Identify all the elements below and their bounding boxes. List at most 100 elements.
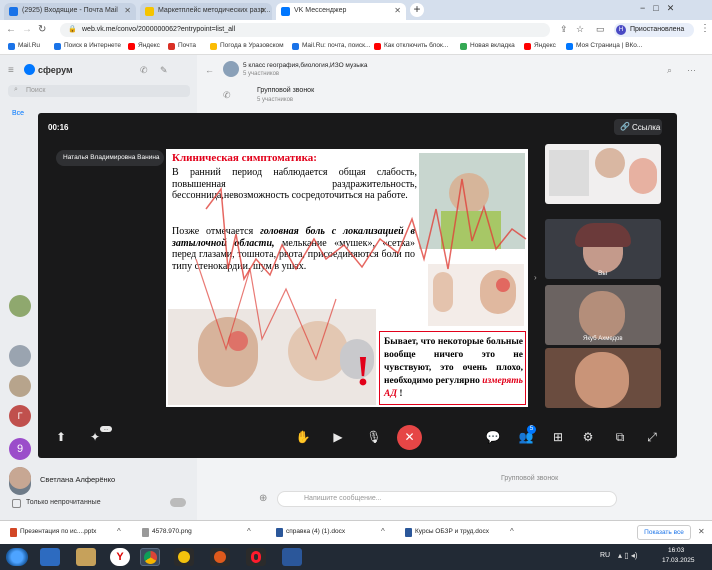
search-input[interactable]: ⌕ Поиск	[8, 85, 190, 97]
bookmark-item[interactable]: Моя Страница | ВКо...	[566, 42, 642, 50]
settings-button[interactable]: ⚙	[579, 428, 597, 446]
language-indicator[interactable]: RU	[600, 552, 610, 559]
tab-marketplace[interactable]: Маркетплейс методических разр... ✕	[140, 3, 272, 20]
search-icon[interactable]: ⌕	[667, 65, 672, 76]
download-item[interactable]: Курсы ОБЗР и труд.docx	[405, 528, 489, 537]
forward-icon[interactable]: →	[22, 24, 32, 35]
participant-tile[interactable]: Якуб Ахмедов	[545, 285, 661, 345]
avatar[interactable]	[9, 375, 31, 397]
participant-tile[interactable]	[545, 144, 661, 204]
participant-tile[interactable]	[545, 348, 661, 408]
reload-icon[interactable]: ↻	[38, 24, 46, 35]
tray-icons[interactable]: ▴ ▯ ◂)	[618, 551, 638, 560]
tab-vk-messenger[interactable]: VK Мессенджер ✕	[276, 3, 406, 20]
participant-tile[interactable]: Вы	[545, 219, 661, 279]
address-bar-row: ← → ↻ 🔒 web.vk.me/convo/2000000062?entry…	[0, 20, 712, 40]
download-label: Презентация по ис....pptx	[20, 528, 97, 535]
bookmark-item[interactable]: Mail.Ru	[8, 42, 40, 50]
raise-hand-button[interactable]: ✋	[294, 428, 312, 446]
microphone-button[interactable]: 🎙	[365, 428, 383, 446]
browser-tab-bar: (2925) Входящие - Почта Mail ✕ Маркетпле…	[0, 0, 712, 20]
presenter-name: Наталья Владимировна Ванина	[63, 154, 160, 161]
avatar[interactable]	[9, 345, 31, 367]
taskbar-folder-icon[interactable]	[76, 548, 96, 566]
close-icon[interactable]: ✕	[698, 527, 705, 536]
compose-icon[interactable]: ✎	[160, 65, 168, 76]
window-controls[interactable]: −□✕	[640, 3, 682, 14]
show-all-downloads-button[interactable]: Показать все	[637, 525, 691, 540]
minimize-call-button[interactable]: ⧉	[611, 428, 629, 446]
link-button[interactable]: 🔗 Ссылка	[614, 119, 662, 135]
bookmark-item[interactable]: Яндекс	[524, 42, 556, 50]
tab-label: VK Мессенджер	[294, 7, 347, 14]
chevron-up-icon[interactable]: ^	[117, 527, 121, 536]
bookmark-item[interactable]: Погода в Уразовском	[210, 42, 284, 50]
close-icon[interactable]: ✕	[394, 6, 401, 15]
bookmark-label: Поиск в Интернете	[64, 42, 121, 49]
bookmark-item[interactable]: Новая вкладка	[460, 42, 515, 50]
docx-icon	[276, 528, 283, 537]
chevron-up-icon[interactable]: ^	[381, 527, 385, 536]
sidepanel-icon[interactable]: ▭	[596, 24, 605, 35]
back-icon[interactable]: ←	[205, 65, 214, 75]
chevron-up-icon[interactable]: ^	[247, 527, 251, 536]
unread-toggle[interactable]	[170, 498, 186, 507]
avatar[interactable]: Г	[9, 405, 31, 427]
attach-icon[interactable]: ⊕	[259, 493, 267, 504]
screen-share-button[interactable]: ⬆	[52, 428, 70, 446]
url-field[interactable]: 🔒 web.vk.me/convo/2000000062?entrypoint=…	[60, 23, 550, 37]
tab-mail[interactable]: (2925) Входящие - Почта Mail ✕	[4, 3, 136, 20]
taskbar-media-icon[interactable]	[174, 548, 194, 566]
menu-icon[interactable]: ⋮	[700, 23, 710, 34]
avatar	[223, 61, 239, 77]
taskbar-word-icon[interactable]	[282, 548, 302, 566]
download-item[interactable]: 4578.970.png	[142, 528, 192, 537]
taskbar-explorer-icon[interactable]	[40, 548, 60, 566]
fullscreen-button[interactable]: ⤢	[643, 428, 661, 446]
vk-tab-icon	[281, 7, 290, 16]
taskbar-chrome-icon[interactable]	[140, 548, 160, 566]
bookmark-item[interactable]: Поиск в Интернете	[54, 42, 121, 50]
chat-list-name[interactable]: Светлана Алферёнко	[40, 475, 115, 484]
close-icon[interactable]: ✕	[124, 6, 131, 15]
bookmark-item[interactable]: Яндекс	[128, 42, 160, 50]
profile-label: Приостановлена	[630, 26, 685, 33]
menu-icon[interactable]: ≡	[8, 65, 14, 76]
bookmark-item[interactable]: Почта	[168, 42, 196, 50]
chevron-right-icon[interactable]: ›	[534, 273, 537, 282]
vk-icon	[566, 43, 573, 50]
bookmark-item[interactable]: Mail.Ru: почта, поиск...	[292, 42, 370, 50]
clock-time[interactable]: 16:03	[668, 547, 684, 554]
more-icon[interactable]: ⋯	[687, 65, 696, 76]
avatar[interactable]	[9, 467, 31, 489]
participant-name: Якуб Ахмедов	[583, 336, 623, 342]
star-icon[interactable]: ☆	[576, 24, 584, 35]
clock-date[interactable]: 17.03.2025	[662, 557, 695, 564]
filter-all[interactable]: Все	[12, 110, 24, 117]
grid-view-button[interactable]: ⊞	[549, 428, 567, 446]
mail-tab-icon	[9, 7, 18, 16]
camera-button[interactable]: ▶	[329, 428, 347, 446]
share-icon[interactable]: ⇪	[560, 24, 568, 35]
bookmark-item[interactable]: Как отключить блок...	[374, 42, 448, 50]
back-icon[interactable]: ←	[6, 24, 16, 35]
taskbar-reel-icon[interactable]	[210, 548, 230, 566]
mailru-icon	[292, 43, 299, 50]
taskbar-opera-icon[interactable]	[246, 548, 266, 566]
call-icon[interactable]: ✆	[140, 65, 148, 76]
chevron-up-icon[interactable]: ^	[510, 527, 514, 536]
message-input[interactable]: Напишите сообщение...	[277, 491, 617, 507]
unread-checkbox[interactable]	[12, 499, 21, 508]
start-button[interactable]	[6, 548, 28, 566]
bookmark-label: Новая вкладка	[470, 42, 515, 49]
profile-button[interactable]: Н Приостановлена	[614, 23, 694, 37]
download-item[interactable]: Презентация по ис....pptx	[10, 528, 97, 537]
avatar[interactable]	[9, 295, 31, 317]
download-item[interactable]: справка (4) (1).docx	[276, 528, 345, 537]
taskbar-yandex-icon[interactable]: Y	[110, 548, 130, 566]
chat-button[interactable]: 💬	[484, 428, 502, 446]
avatar[interactable]: 9	[9, 438, 31, 460]
end-call-button[interactable]: ✕	[397, 425, 422, 450]
close-icon[interactable]: ✕	[260, 6, 267, 15]
new-tab-button[interactable]: +	[410, 3, 424, 17]
